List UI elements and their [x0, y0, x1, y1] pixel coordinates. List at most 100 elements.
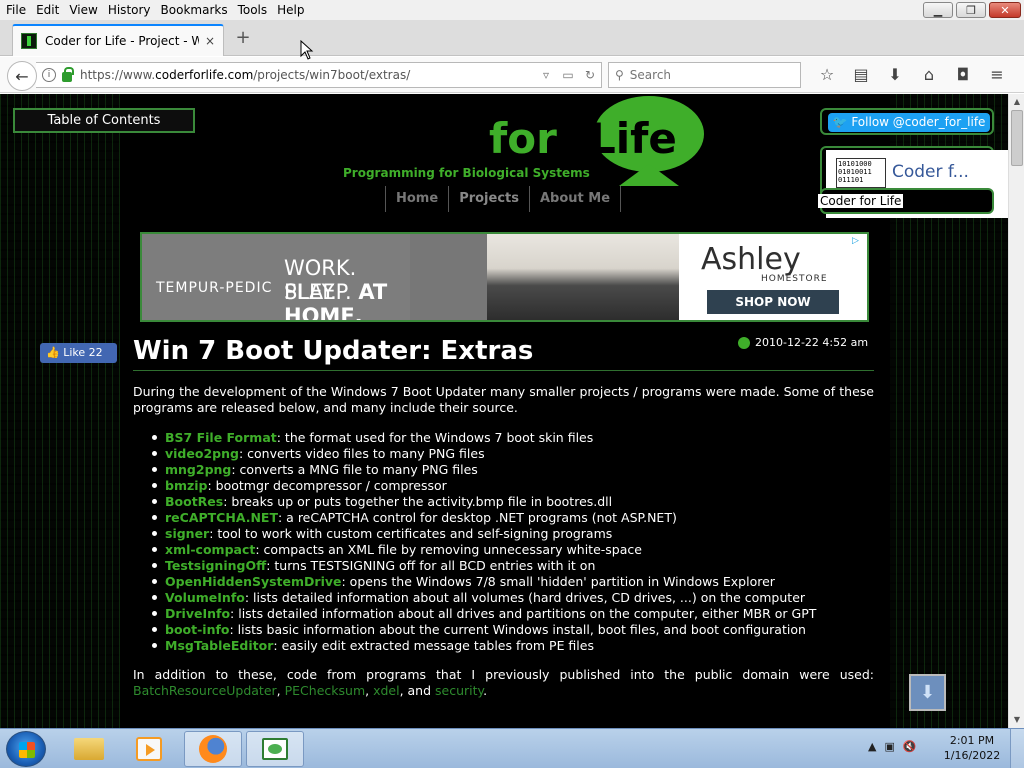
close-window-button[interactable]: ✕ — [989, 2, 1021, 18]
network-icon[interactable]: ▣ — [884, 740, 894, 753]
folder-icon — [74, 738, 104, 760]
menu-bookmarks[interactable]: Bookmarks — [156, 3, 233, 17]
reader-view-icon[interactable]: ▭ — [557, 68, 579, 82]
url-text[interactable]: https://www.coderforlife.com/projects/wi… — [80, 68, 535, 82]
nav-about-me[interactable]: About Me — [530, 186, 622, 212]
adchoices-icon[interactable]: ▷ — [852, 236, 864, 248]
project-link[interactable]: OpenHiddenSystemDrive — [165, 574, 342, 589]
search-input[interactable] — [629, 68, 780, 82]
ad-advertiser-sub: HOMESTORE — [761, 274, 828, 284]
scrollbar-thumb[interactable] — [1011, 110, 1023, 166]
logo-for-text: for — [489, 114, 557, 163]
project-link[interactable]: mng2png — [165, 462, 231, 477]
facebook-page-name[interactable]: Coder f... — [892, 162, 969, 182]
site-info-icon[interactable]: i — [42, 68, 56, 82]
project-link[interactable]: reCAPTCHA.NET — [165, 510, 278, 525]
download-icon[interactable]: ⬇ — [878, 63, 912, 87]
scroll-down-button[interactable]: ⬇ — [909, 674, 946, 711]
browser-tab[interactable]: Coder for Life - Project - W... × — [12, 24, 224, 56]
advertisement-banner[interactable]: TEMPUR-PEDIC WORK. PLAY. SLEEP. AT HOME.… — [140, 232, 869, 322]
ad-shop-now-button[interactable]: SHOP NOW — [707, 290, 839, 314]
list-item: signer: tool to work with custom certifi… — [152, 526, 882, 542]
menu-history[interactable]: History — [103, 3, 156, 17]
bullet-icon — [152, 563, 157, 568]
nav-home[interactable]: Home — [386, 186, 450, 212]
project-link[interactable]: DriveInfo — [165, 606, 230, 621]
facebook-caption: Coder for Life — [818, 188, 994, 214]
bullet-icon — [152, 531, 157, 536]
home-icon[interactable]: ⌂ — [912, 63, 946, 87]
bullet-icon — [152, 595, 157, 600]
project-link[interactable]: boot-info — [165, 622, 230, 637]
list-item: bmzip: bootmgr decompressor / compressor — [152, 478, 882, 494]
menu-help[interactable]: Help — [272, 3, 309, 17]
project-link[interactable]: video2png — [165, 446, 239, 461]
ad-headline-2: SLEEP. AT HOME. — [284, 280, 388, 322]
menu-tools[interactable]: Tools — [233, 3, 273, 17]
back-button[interactable]: ← — [7, 61, 37, 91]
minimize-button[interactable]: ▁ — [923, 2, 953, 18]
media-player-icon — [136, 737, 162, 761]
taskbar-clock[interactable]: 2:01 PM 1/16/2022 — [940, 733, 1004, 763]
project-link[interactable]: BS7 File Format — [165, 430, 277, 445]
project-description: : lists detailed information about all d… — [230, 606, 817, 621]
menu-edit[interactable]: Edit — [31, 3, 64, 17]
taskbar-firefox[interactable] — [184, 731, 242, 767]
ad-product-image — [487, 234, 679, 320]
link-batchresourceupdater[interactable]: BatchResourceUpdater — [133, 683, 277, 698]
project-description: : converts video files to many PNG files — [238, 446, 485, 461]
new-tab-button[interactable]: + — [234, 28, 252, 48]
page-scrollbar[interactable]: ▲ ▼ — [1008, 94, 1024, 728]
nav-projects[interactable]: Projects — [449, 186, 530, 212]
pocket-icon[interactable]: ◘ — [946, 63, 980, 87]
list-item: DriveInfo: lists detailed information ab… — [152, 606, 882, 622]
dropdown-icon[interactable]: ▿ — [535, 68, 557, 82]
project-link[interactable]: VolumeInfo — [165, 590, 245, 605]
project-description: : turns TESTSIGNING off for all BCD entr… — [266, 558, 596, 573]
url-bar[interactable]: i https://www.coderforlife.com/projects/… — [36, 62, 602, 88]
volume-muted-icon[interactable]: 🔇 — [903, 740, 917, 753]
taskbar-explorer[interactable] — [60, 731, 118, 767]
bookmark-star-icon[interactable]: ☆ — [810, 63, 844, 87]
facebook-like-button[interactable]: 👍 Like 22 — [40, 343, 117, 363]
article-outro: In addition to these, code from programs… — [133, 667, 874, 698]
project-link[interactable]: MsgTableEditor — [165, 638, 273, 653]
scroll-up-arrow-icon[interactable]: ▲ — [1009, 94, 1024, 110]
project-description: : lists detailed information about all v… — [244, 590, 806, 605]
taskbar-media-player[interactable] — [120, 731, 178, 767]
app-icon — [262, 738, 288, 760]
project-description: : the format used for the Windows 7 boot… — [276, 430, 594, 445]
clock-time: 2:01 PM — [949, 734, 995, 747]
project-link[interactable]: bmzip — [165, 478, 207, 493]
table-of-contents-button[interactable]: Table of Contents — [13, 108, 195, 133]
project-link[interactable]: TestsigningOff — [165, 558, 266, 573]
firefox-icon — [199, 735, 227, 763]
twitter-follow-button[interactable]: 🐦 Follow @coder_for_life — [828, 113, 990, 132]
clock-date: 1/16/2022 — [943, 749, 1001, 762]
window-controls: ▁ ❐ ✕ — [923, 2, 1021, 18]
library-icon[interactable]: ▤ — [844, 63, 878, 87]
menu-file[interactable]: File — [0, 3, 31, 17]
hamburger-menu-icon[interactable]: ≡ — [980, 63, 1014, 87]
reload-icon[interactable]: ↻ — [579, 68, 601, 82]
restore-button[interactable]: ❐ — [956, 2, 986, 18]
tab-close-icon[interactable]: × — [205, 34, 215, 48]
twitter-bird-icon: 🐦 — [832, 115, 852, 129]
link-pechecksum[interactable]: PEChecksum — [285, 683, 366, 698]
taskbar-app[interactable] — [246, 731, 304, 767]
list-item: BS7 File Format: the format used for the… — [152, 430, 882, 446]
tab-title: Coder for Life - Project - W... — [45, 34, 199, 48]
link-xdel[interactable]: xdel — [373, 683, 400, 698]
link-security[interactable]: security — [435, 683, 483, 698]
search-bar[interactable]: ⚲ — [608, 62, 801, 88]
project-link[interactable]: xml-compact — [165, 542, 255, 557]
show-desktop-button[interactable] — [1010, 729, 1024, 768]
toolbar-icons: ☆ ▤ ⬇ ⌂ ◘ ≡ — [810, 63, 1014, 87]
start-button[interactable] — [6, 731, 46, 767]
project-link[interactable]: BootRes — [165, 494, 223, 509]
project-link[interactable]: signer — [165, 526, 209, 541]
tray-expand-icon[interactable]: ▲ — [868, 740, 876, 753]
scroll-down-arrow-icon[interactable]: ▼ — [1009, 712, 1024, 728]
menu-view[interactable]: View — [64, 3, 102, 17]
twitter-follow-widget: 🐦 Follow @coder_for_life — [820, 108, 994, 135]
